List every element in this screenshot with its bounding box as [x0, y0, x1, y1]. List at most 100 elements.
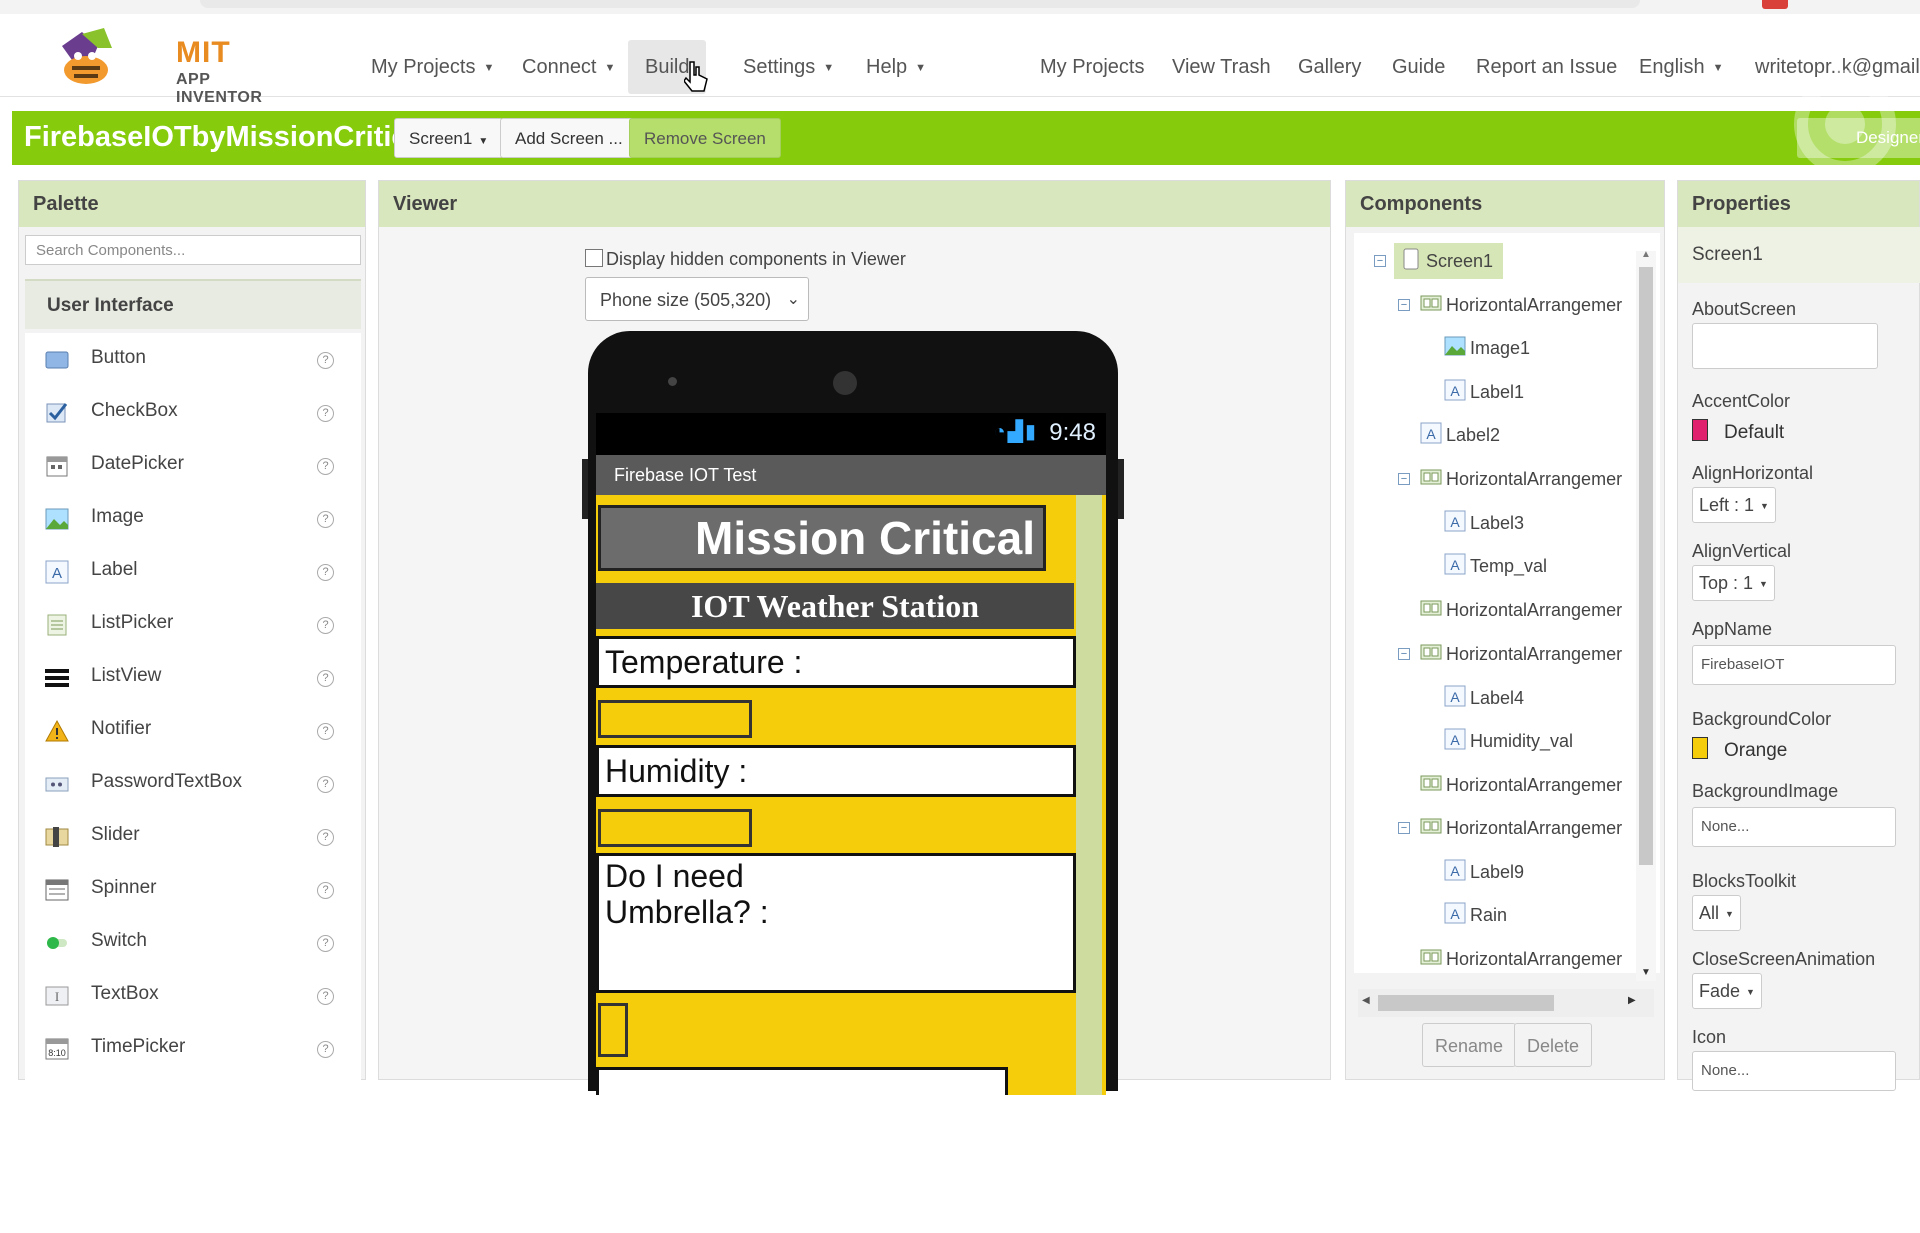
collapse-icon[interactable]: − [1398, 822, 1410, 834]
tree-node-image1[interactable]: Image1 [1444, 330, 1530, 366]
menu-connect[interactable]: Connect ▼ [522, 40, 615, 94]
help-icon[interactable]: ? [317, 882, 334, 899]
remove-screen-button[interactable]: Remove Screen [629, 118, 781, 158]
tree-node-screen1[interactable]: Screen1 [1394, 243, 1504, 279]
scroll-left-icon[interactable]: ◀ [1362, 995, 1370, 1006]
phone-size-select[interactable]: Phone size (505,320) ⌄ [585, 277, 809, 321]
temperature-value-box[interactable] [598, 700, 752, 738]
temperature-label[interactable]: Temperature : [596, 636, 1076, 688]
help-icon[interactable]: ? [317, 458, 334, 475]
about-screen-textarea[interactable] [1692, 323, 1878, 369]
scrollbar-thumb[interactable] [1378, 995, 1554, 1011]
tree-horizontal-scrollbar[interactable]: ◀ ▶ [1358, 989, 1654, 1017]
palette-item-textbox[interactable]: I TextBox ? [25, 969, 361, 1022]
tree-vertical-scrollbar[interactable]: ▲ ▼ [1636, 249, 1656, 981]
tree-node-horizontal-arrangement[interactable]: HorizontalArrangemer [1420, 767, 1622, 803]
tree-node-label4[interactable]: A Label4 [1444, 680, 1524, 716]
menu-help[interactable]: Help ▼ [866, 40, 926, 94]
link-gallery[interactable]: Gallery [1298, 40, 1361, 94]
help-icon[interactable]: ? [317, 617, 334, 634]
help-icon[interactable]: ? [317, 723, 334, 740]
help-icon[interactable]: ? [317, 511, 334, 528]
link-my-projects[interactable]: My Projects [1040, 40, 1144, 94]
tree-node-rain[interactable]: A Rain [1444, 897, 1507, 933]
link-guide[interactable]: Guide [1392, 40, 1445, 94]
display-hidden-toggle[interactable]: Display hidden components in Viewer [585, 249, 906, 270]
help-icon[interactable]: ? [317, 670, 334, 687]
link-report-issue[interactable]: Report an Issue [1476, 40, 1617, 94]
tree-node-label3[interactable]: A Label3 [1444, 505, 1524, 541]
collapse-icon[interactable]: − [1398, 473, 1410, 485]
palette-item-slider[interactable]: Slider ? [25, 810, 361, 863]
close-animation-select[interactable]: Fade ▼ [1692, 973, 1762, 1009]
humidity-value-box[interactable] [598, 809, 752, 847]
rain-value-box[interactable] [598, 1003, 628, 1057]
collapse-icon[interactable]: − [1374, 255, 1386, 267]
background-color-picker[interactable]: Orange [1692, 737, 1787, 762]
help-icon[interactable]: ? [317, 352, 334, 369]
help-icon[interactable]: ? [317, 564, 334, 581]
blocks-toolkit-select[interactable]: All ▼ [1692, 895, 1741, 931]
palette-item-passwordtextbox[interactable]: PasswordTextBox ? [25, 757, 361, 810]
help-icon[interactable]: ? [317, 829, 334, 846]
add-screen-button[interactable]: Add Screen ... [500, 118, 638, 158]
palette-item-image[interactable]: Image ? [25, 492, 361, 545]
app-name-input[interactable]: FirebaseIOT [1692, 645, 1896, 685]
palette-item-notifier[interactable]: Notifier ? [25, 704, 361, 757]
palette-item-datepicker[interactable]: DatePicker ? [25, 439, 361, 492]
search-components-input[interactable]: Search Components... [25, 235, 361, 265]
collapse-icon[interactable]: − [1398, 648, 1410, 660]
palette-item-label-component[interactable]: A Label ? [25, 545, 361, 598]
display-hidden-checkbox[interactable] [585, 249, 603, 267]
tree-node-horizontal-arrangement[interactable]: HorizontalArrangemer [1420, 810, 1622, 846]
accent-color-picker[interactable]: Default [1692, 419, 1784, 444]
palette-item-listview[interactable]: ListView ? [25, 651, 361, 704]
help-icon[interactable]: ? [317, 1041, 334, 1058]
humidity-label[interactable]: Humidity : [596, 745, 1076, 797]
tree-node-label2[interactable]: A Label2 [1420, 417, 1500, 453]
tree-node-horizontal-arrangement[interactable]: HorizontalArrangemer [1420, 941, 1622, 977]
heading-label[interactable]: Mission Critical [598, 505, 1046, 571]
help-icon[interactable]: ? [317, 988, 334, 1005]
palette-item-listpicker[interactable]: ListPicker ? [25, 598, 361, 651]
align-horizontal-select[interactable]: Left : 1 ▼ [1692, 487, 1776, 523]
palette-item-timepicker[interactable]: 8:10 TimePicker ? [25, 1022, 361, 1075]
subheading-label[interactable]: IOT Weather Station [596, 583, 1074, 629]
screen-select[interactable]: Screen1 ▼ [394, 118, 504, 158]
tree-node-horizontal-arrangement[interactable]: HorizontalArrangemer [1420, 287, 1622, 323]
help-icon[interactable]: ? [317, 935, 334, 952]
umbrella-label[interactable]: Do I need Umbrella? : [596, 853, 1076, 993]
tree-node-horizontal-arrangement[interactable]: HorizontalArrangemer [1420, 461, 1622, 497]
scrollbar-thumb[interactable] [1639, 267, 1653, 865]
scroll-up-icon[interactable]: ▲ [1641, 249, 1651, 260]
scroll-right-icon[interactable]: ▶ [1628, 995, 1636, 1006]
icon-picker[interactable]: None... [1692, 1051, 1896, 1091]
mit-logo[interactable]: MIT APP INVENTOR [52, 22, 262, 106]
tree-node-humidity-val[interactable]: A Humidity_val [1444, 723, 1573, 759]
tree-node-label1[interactable]: A Label1 [1444, 374, 1524, 410]
language-menu[interactable]: English ▼ [1639, 40, 1724, 94]
link-view-trash[interactable]: View Trash [1172, 40, 1271, 94]
rename-button[interactable]: Rename [1422, 1023, 1517, 1067]
textbox-icon: I [45, 986, 69, 1006]
user-interface-section[interactable]: User Interface [25, 279, 361, 329]
menu-settings[interactable]: Settings ▼ [743, 40, 834, 94]
align-vertical-select[interactable]: Top : 1 ▼ [1692, 565, 1775, 601]
tree-node-label9[interactable]: A Label9 [1444, 854, 1524, 890]
bottom-label-box[interactable] [596, 1067, 1008, 1095]
palette-item-switch[interactable]: Switch ? [25, 916, 361, 969]
palette-item-button[interactable]: Button ? [25, 333, 361, 386]
help-icon[interactable]: ? [317, 405, 334, 422]
collapse-icon[interactable]: − [1398, 299, 1410, 311]
status-time: 9:48 [1049, 419, 1096, 446]
scroll-down-icon[interactable]: ▼ [1641, 967, 1651, 978]
palette-item-spinner[interactable]: Spinner ? [25, 863, 361, 916]
background-image-picker[interactable]: None... [1692, 807, 1896, 847]
help-icon[interactable]: ? [317, 776, 334, 793]
tree-node-temp-val[interactable]: A Temp_val [1444, 548, 1547, 584]
tree-node-horizontal-arrangement[interactable]: HorizontalArrangemer [1420, 636, 1622, 672]
delete-button[interactable]: Delete [1514, 1023, 1593, 1067]
palette-item-checkbox[interactable]: CheckBox ? [25, 386, 361, 439]
tree-node-horizontal-arrangement[interactable]: HorizontalArrangemer [1420, 592, 1622, 628]
menu-my-projects[interactable]: My Projects ▼ [371, 40, 494, 94]
